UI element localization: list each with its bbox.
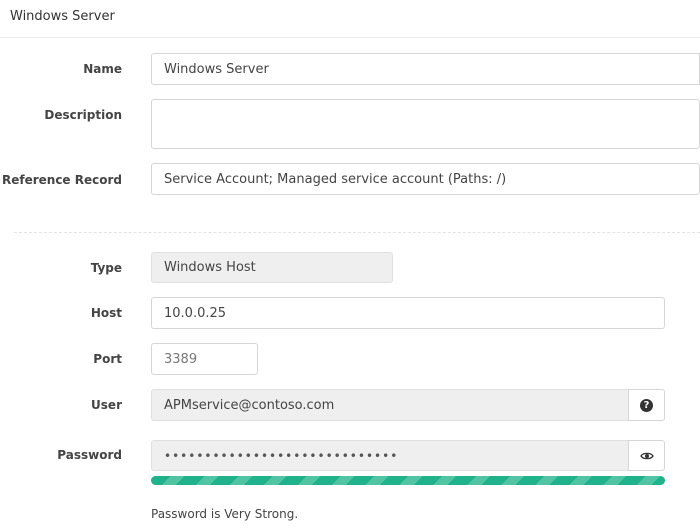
password-strength-text: Password is Very Strong. (151, 507, 299, 521)
host-input[interactable]: 10.0.0.25 (151, 297, 665, 329)
password-strength-fill (151, 476, 665, 485)
description-label: Description (44, 108, 122, 122)
host-label: Host (90, 306, 122, 320)
reference-record-label: Reference Record (1, 173, 122, 187)
name-label: Name (83, 62, 122, 76)
password-strength-bar (151, 476, 665, 485)
section-divider (14, 232, 700, 233)
user-field: APMservice@contoso.com (151, 389, 629, 421)
reference-record-input[interactable]: Service Account; Managed service account… (151, 163, 700, 195)
type-label: Type (90, 261, 122, 275)
user-label: User (91, 398, 122, 412)
user-help-button[interactable]: ? (628, 389, 665, 421)
eye-icon (639, 452, 654, 459)
description-textarea[interactable] (151, 99, 700, 149)
port-input[interactable]: 3389 (151, 343, 258, 375)
port-label: Port (93, 352, 122, 366)
panel-header: Windows Server (0, 0, 700, 38)
password-masked-value: ••••••••••••••••••••••••••••• (164, 448, 399, 463)
type-field: Windows Host (151, 252, 393, 283)
password-reveal-button[interactable] (628, 440, 665, 471)
name-input[interactable]: Windows Server (151, 53, 700, 85)
question-circle-icon: ? (640, 398, 653, 412)
password-input[interactable]: ••••••••••••••••••••••••••••• (151, 440, 629, 471)
page-title: Windows Server (10, 9, 115, 24)
password-label: Password (57, 448, 122, 462)
